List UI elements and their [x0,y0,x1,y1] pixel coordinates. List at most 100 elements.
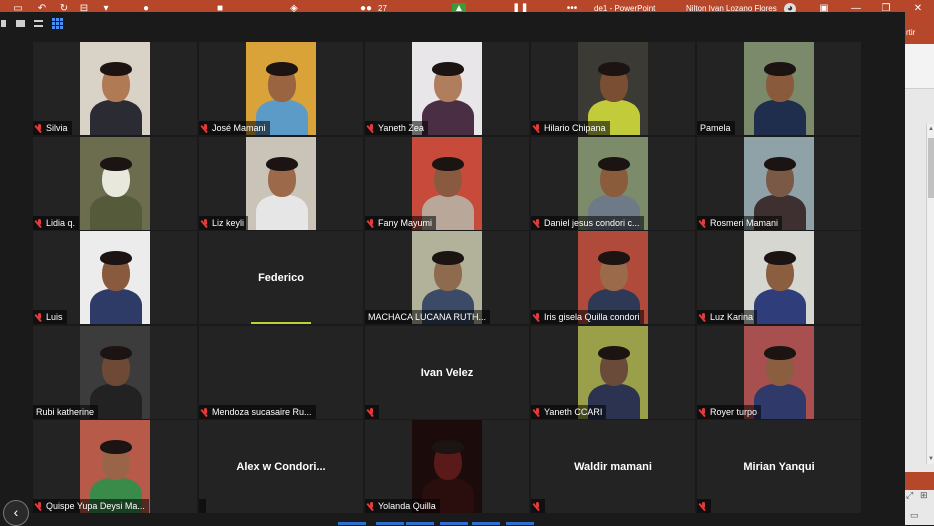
participant-name: Rosmeri Mamani [710,218,779,228]
participant-label: Rubi katherine [33,405,99,419]
ribbon-tab[interactable]: rtir [904,18,934,44]
participant-name: Yaneth CCARI [544,407,603,417]
participant-label: Mendoza sucasaire Ru... [199,405,316,419]
vertical-scrollbar[interactable]: ▲ ▼ [926,124,934,464]
participant-label: Yaneth CCARI [531,405,607,419]
muted-microphone-icon [36,123,43,133]
participant-name: MACHACA LUCANA RUTH... [368,312,487,322]
participant-name: Yolanda Quilla [378,501,436,511]
participant-tile[interactable]: Fany Mayumi [365,137,529,230]
participant-label: Iris gisela Quilla condori [531,310,644,324]
participant-tile[interactable]: Federico [199,231,363,324]
participant-name: Silvia [46,123,68,133]
minimize-view-icon[interactable] [1,20,6,27]
participant-video [80,137,150,230]
speaker-view-icon[interactable] [16,20,25,27]
muted-microphone-icon [368,407,375,417]
scrollbar-thumb[interactable] [928,138,934,198]
participant-name-display: Alex w Condori... [236,460,326,473]
person-hair [100,157,132,171]
person-hair [432,440,464,454]
powerpoint-background-panel: rtir ▲ ▼ ⤢ ⊞ ▭ [904,18,934,525]
participant-label: MACHACA LUCANA RUTH... [365,310,491,324]
person-hair [100,346,132,360]
participant-label: Silvia [33,121,72,135]
slide-view-icon[interactable]: ⊞ [920,490,928,501]
muted-microphone-icon [202,123,209,133]
participant-tile[interactable]: José Mamani [199,42,363,135]
scroll-up-icon[interactable]: ▲ [927,124,934,134]
participant-tile[interactable]: Quispe Yupa Deysi Ma... [33,420,197,513]
person-hair [598,62,630,76]
participant-tile[interactable]: Luz Karina [697,231,861,324]
person-hair [100,251,132,265]
participant-label: Hilario Chipana [531,121,610,135]
participant-tile[interactable]: Mendoza sucasaire Ru... [199,326,363,419]
participant-label: Yolanda Quilla [365,499,440,513]
participant-name: José Mamani [212,123,266,133]
participant-tile[interactable]: Lidia q. [33,137,197,230]
participant-name-display: Federico [258,271,304,284]
muted-microphone-icon [700,501,707,511]
ribbon-tab-label: rtir [906,28,916,37]
participant-tile[interactable]: Rubi katherine [33,326,197,419]
participant-label: Pamela [697,121,735,135]
participant-name: Luz Karina [710,312,754,322]
person-hair [100,440,132,454]
participant-label: José Mamani [199,121,270,135]
person-shoulders [256,195,308,230]
strip-view-icon[interactable] [34,20,43,27]
close-icon[interactable]: ✕ [912,3,924,15]
participant-label [199,499,206,513]
participant-video [80,42,150,135]
person-hair [100,62,132,76]
participant-name: Mendoza sucasaire Ru... [212,407,312,417]
participant-tile[interactable]: Silvia [33,42,197,135]
participant-tile[interactable]: Royer turpo [697,326,861,419]
participant-tile[interactable]: Hilario Chipana [531,42,695,135]
gallery-view-icon[interactable] [52,18,63,29]
status-accent [904,472,934,490]
participant-tile[interactable]: Waldir mamani [531,420,695,513]
participant-tile[interactable]: Luis [33,231,197,324]
participant-tile[interactable]: Daniel jesus condori c... [531,137,695,230]
participant-tile[interactable]: Ivan Velez [365,326,529,419]
participant-tile[interactable]: Rosmeri Mamani [697,137,861,230]
participant-tile[interactable]: Iris gisela Quilla condori [531,231,695,324]
participant-label: Luis [33,310,67,324]
fit-icon[interactable]: ⤢ [906,490,913,501]
previous-page-button[interactable]: ‹ [3,500,29,526]
participant-tile[interactable]: Alex w Condori... [199,420,363,513]
participant-name: Hilario Chipana [544,123,606,133]
participant-name: Luis [46,312,63,322]
participant-name: Quispe Yupa Deysi Ma... [46,501,145,511]
participant-label [697,499,711,513]
participant-label: Yaneth Zea [365,121,428,135]
participant-video [246,137,316,230]
comment-icon[interactable]: ▭ [910,510,919,521]
person-shoulders [754,100,806,135]
participant-tile[interactable]: Mirian Yanqui [697,420,861,513]
participant-name: Lidia q. [46,218,76,228]
participant-tile[interactable]: Yaneth CCARI [531,326,695,419]
participant-label [531,499,545,513]
muted-microphone-icon [534,407,541,417]
participant-tile[interactable]: MACHACA LUCANA RUTH... [365,231,529,324]
participant-tile[interactable]: Liz keyli [199,137,363,230]
participant-name: Rubi katherine [36,407,95,417]
participant-name-display: Ivan Velez [420,366,474,379]
participant-tile[interactable]: Pamela [697,42,861,135]
scroll-down-icon[interactable]: ▼ [927,454,934,464]
person-hair [598,251,630,265]
participant-tile[interactable]: Yolanda Quilla [365,420,529,513]
muted-microphone-icon [36,312,43,322]
person-shoulders [90,195,142,230]
participant-tile[interactable]: Yaneth Zea [365,42,529,135]
participant-name: Royer turpo [710,407,758,417]
person-shoulders [754,289,806,324]
person-hair [432,157,464,171]
muted-microphone-icon [700,312,707,322]
active-speaker-indicator [251,322,311,324]
muted-microphone-icon [36,218,43,228]
person-hair [266,157,298,171]
